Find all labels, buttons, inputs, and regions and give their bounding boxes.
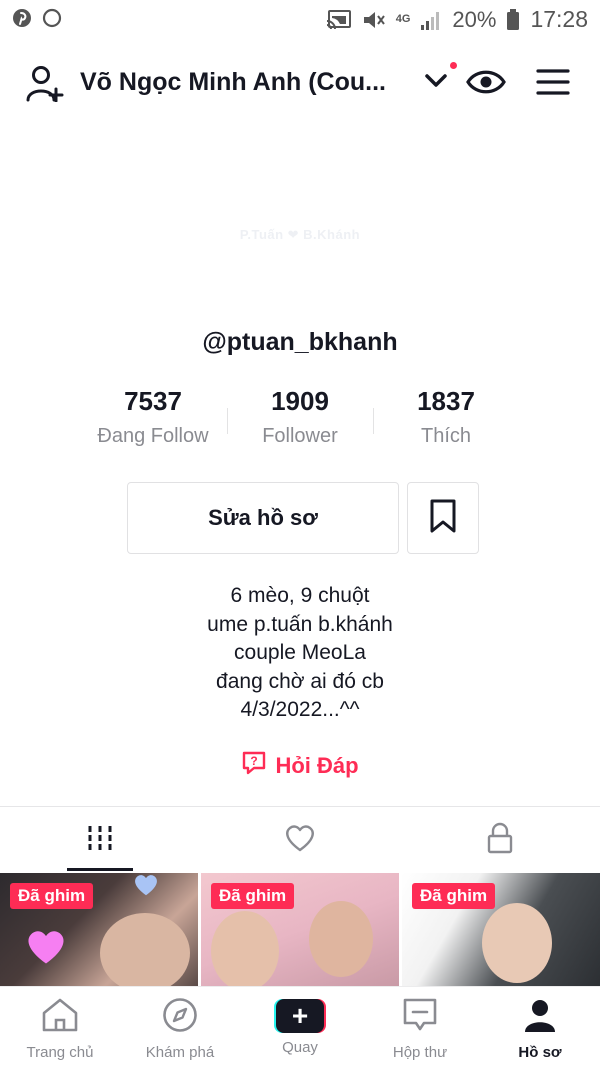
cast-icon <box>326 9 352 31</box>
nav-label: Hộp thư <box>392 1044 448 1061</box>
bio-line: 6 mèo, 9 chuột <box>230 584 370 607</box>
battery-percent: 20% <box>452 6 497 32</box>
tab-videos[interactable] <box>0 807 200 873</box>
nav-discover[interactable]: Khám phá <box>120 987 240 1067</box>
stat-label: Đang Follow <box>97 425 209 447</box>
lock-icon <box>486 822 514 859</box>
stat-value: 1909 <box>271 386 329 416</box>
plus-icon: + <box>274 999 326 1033</box>
bio-line: ume p.tuấn b.khánh <box>207 612 393 636</box>
video-thumbnail[interactable]: Đã ghim <box>0 873 198 986</box>
active-tab-indicator <box>67 868 133 871</box>
stat-value: 1837 <box>417 386 475 416</box>
qa-link[interactable]: ? Hỏi Đáp <box>0 750 600 782</box>
inbox-icon <box>402 997 438 1038</box>
avatar-watermark: P.Tuấn ❤ B.Khánh <box>239 227 361 242</box>
battery-icon <box>506 8 520 31</box>
video-image <box>211 911 279 986</box>
add-user-icon[interactable] <box>26 64 66 107</box>
nav-label: Khám phá <box>145 1044 215 1061</box>
grid-icon <box>86 824 114 857</box>
profile-header: Võ Ngọc Minh Anh (Cou... <box>0 50 600 116</box>
bottom-navigation: Trang chủ Khám phá + Quay Hộp thư Hồ sơ <box>0 986 600 1067</box>
bio-line: đang chờ ai đó cb <box>216 669 384 693</box>
video-thumbnail[interactable]: Đã ghim <box>201 873 399 986</box>
video-image <box>482 903 552 983</box>
profile-handle: @ptuan_bkhanh <box>202 328 398 356</box>
chevron-down-icon[interactable] <box>424 72 448 95</box>
profile-tabs <box>0 807 600 873</box>
heart-sticker <box>132 873 160 902</box>
menu-icon[interactable] <box>536 68 570 101</box>
signal-icon <box>420 9 442 31</box>
account-switcher-title[interactable]: Võ Ngọc Minh Anh (Cou... <box>80 68 386 97</box>
nav-create[interactable]: + Quay <box>240 987 360 1067</box>
nav-label: Trang chủ <box>26 1044 94 1061</box>
nav-inbox[interactable]: Hộp thư <box>360 987 480 1067</box>
stat-following[interactable]: 7537 Đang Follow <box>80 386 226 448</box>
bio-line: couple MeoLa <box>234 641 366 664</box>
nav-home[interactable]: Trang chủ <box>0 987 120 1067</box>
circle-icon <box>42 8 62 28</box>
nav-label: Hồ sơ <box>518 1044 562 1061</box>
stat-likes[interactable]: 1837 Thích <box>373 386 519 448</box>
stat-followers[interactable]: 1909 Follower <box>227 386 373 448</box>
bookmark-icon <box>429 499 457 538</box>
heart-sticker <box>24 927 68 972</box>
pinterest-icon <box>12 8 32 28</box>
video-thumbnail[interactable]: Đã ghim <box>402 873 600 986</box>
notification-dot <box>450 62 457 69</box>
nav-profile[interactable]: Hồ sơ <box>480 987 600 1067</box>
qa-label: Hỏi Đáp <box>275 753 359 778</box>
avatar[interactable]: P.Tuấn ❤ B.Khánh <box>200 140 400 330</box>
profile-stats: 7537 Đang Follow 1909 Follower 1837 Thíc… <box>80 386 520 456</box>
profile-icon <box>522 997 558 1038</box>
pinned-badge: Đã ghim <box>211 883 295 909</box>
stat-label: Follower <box>262 425 338 447</box>
svg-text:?: ? <box>251 754 258 768</box>
network-type: 4G <box>395 13 411 25</box>
question-icon: ? <box>241 750 267 782</box>
video-grid: Đã ghim Đã ghim Đã ghim <box>0 873 600 986</box>
clock: 17:28 <box>530 6 588 32</box>
heart-icon <box>284 824 316 857</box>
bio-line: 4/3/2022...^^ <box>240 698 360 721</box>
eye-icon[interactable] <box>466 67 506 102</box>
pinned-badge: Đã ghim <box>10 883 94 909</box>
stat-label: Thích <box>420 425 472 447</box>
video-image <box>309 901 373 977</box>
bookmark-button[interactable] <box>407 482 479 554</box>
compass-icon <box>162 997 198 1038</box>
tab-liked[interactable] <box>200 807 400 873</box>
mute-icon <box>362 9 386 31</box>
nav-label: Quay <box>282 1039 318 1056</box>
home-icon <box>40 997 80 1038</box>
stat-value: 7537 <box>124 386 182 416</box>
tab-private[interactable] <box>400 807 600 873</box>
video-image <box>100 913 190 986</box>
profile-bio: 6 mèo, 9 chuột ume p.tuấn b.khánh couple… <box>0 582 600 725</box>
edit-profile-button[interactable]: Sửa hồ sơ <box>127 482 399 554</box>
status-bar: 4G 20% 17:28 <box>0 0 600 40</box>
pinned-badge: Đã ghim <box>412 883 496 909</box>
